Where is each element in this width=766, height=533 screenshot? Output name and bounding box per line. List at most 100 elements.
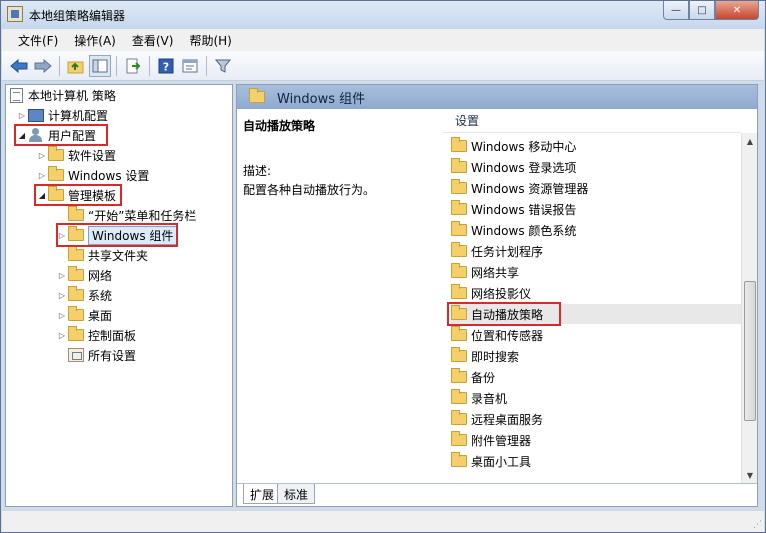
minimize-button[interactable]: — [663,1,689,20]
scroll-thumb[interactable] [744,281,756,421]
tree-item-desktop[interactable]: ▷ 桌面 [56,305,112,325]
list-item[interactable]: 远程桌面服务 [451,409,543,429]
folder-icon [451,158,467,173]
tree-item-software-settings[interactable]: ▷ 软件设置 [36,145,116,165]
maximize-button[interactable]: □ [689,1,715,20]
up-folder-icon[interactable] [65,55,87,77]
folder-icon [451,221,467,236]
folder-icon [451,200,467,215]
tree-item-computer-config[interactable]: ▷ 计算机配置 [16,105,108,125]
tree-label: 桌面 [88,308,113,323]
expand-arrow-icon[interactable]: ▷ [16,111,28,120]
tree-label: 系统 [88,288,113,303]
menu-action[interactable]: 操作(A) [66,30,124,51]
description-text: 配置各种自动播放行为。 [243,183,376,197]
folder-icon [451,389,467,404]
tree-item-network[interactable]: ▷ 网络 [56,265,112,285]
window-title: 本地组策略编辑器 [29,9,126,23]
folder-icon [451,179,467,194]
highlight-box-admin-templates [34,184,122,206]
folder-icon [68,266,84,281]
list-item[interactable]: 录音机 [451,388,507,408]
tree-label: 控制面板 [88,328,137,343]
tree-item-windows-settings[interactable]: ▷ Windows 设置 [36,165,149,185]
status-bar: ⋰ [2,510,764,532]
close-button[interactable]: ✕ [715,1,759,20]
list-item[interactable]: Windows 颜色系统 [451,220,576,240]
tree-label: “开始”菜单和任务栏 [88,208,197,223]
tree-item-system[interactable]: ▷ 系统 [56,285,112,305]
list-item[interactable]: 即时搜索 [451,346,519,366]
expand-arrow-icon[interactable]: ▷ [56,331,68,340]
tree-item-all-settings[interactable]: 所有设置 [68,345,136,365]
scroll-down-arrow-icon[interactable]: ▼ [742,467,758,483]
app-icon [7,6,23,22]
folder-icon [451,326,467,341]
expand-arrow-icon[interactable]: ▷ [56,271,68,280]
list-item[interactable]: 网络投影仪 [451,283,531,303]
list-item[interactable]: Windows 错误报告 [451,199,576,219]
vertical-scrollbar[interactable]: ▲ ▼ [741,133,757,483]
toolbar: ? [2,51,764,81]
back-arrow-icon[interactable] [8,55,30,77]
menu-help[interactable]: 帮助(H) [181,30,239,51]
list-item[interactable]: 备份 [451,367,495,387]
tab-standard[interactable]: 标准 [277,484,316,504]
list-item[interactable]: 桌面小工具 [451,451,531,471]
resize-grip-icon[interactable]: ⋰ [753,520,762,530]
tree-label: Windows 设置 [68,168,150,183]
expand-arrow-icon[interactable]: ▷ [56,311,68,320]
folder-icon [68,206,84,221]
tree-label: 本地计算机 策略 [28,88,116,103]
list-item[interactable]: Windows 移动中心 [451,136,576,156]
tree-pane[interactable]: 本地计算机 策略 ▷ 计算机配置 ◢ 用户配置 ▷ 软件设置 ▷ Windows… [5,84,233,507]
list-item[interactable]: 任务计划程序 [451,241,543,261]
details-header-title: Windows 组件 [277,91,366,107]
list-item[interactable]: 网络共享 [451,262,519,282]
folder-icon [68,286,84,301]
tree-label: 软件设置 [68,148,117,163]
tree-item-root[interactable]: 本地计算机 策略 [10,85,116,105]
menu-bar: 文件(F) 操作(A) 查看(V) 帮助(H) [2,29,764,51]
folder-icon [451,263,467,278]
folder-icon [48,166,64,181]
column-header-settings[interactable]: 设置 [443,109,741,133]
folder-icon [249,88,265,103]
expand-arrow-icon[interactable]: ▷ [56,291,68,300]
highlight-box-user-config [14,124,108,146]
show-hide-tree-icon[interactable] [89,54,111,77]
tree-item-shared-folders[interactable]: 共享文件夹 [68,245,148,265]
export-list-icon[interactable] [122,55,144,77]
folder-icon [451,410,467,425]
list-item[interactable]: Windows 资源管理器 [451,178,588,198]
expand-arrow-icon[interactable]: ▷ [36,171,48,180]
folder-icon [451,284,467,299]
tree-label: 共享文件夹 [88,248,149,263]
expand-arrow-icon[interactable]: ▷ [36,151,48,160]
list-item[interactable]: 附件管理器 [451,430,531,450]
folder-icon [68,306,84,321]
list-item[interactable]: Windows 登录选项 [451,157,576,177]
toolbar-separator [116,55,117,76]
menu-file[interactable]: 文件(F) [10,30,66,51]
list-item[interactable]: 位置和传感器 [451,325,543,345]
folder-icon [451,452,467,467]
filter-icon[interactable] [212,55,234,77]
highlight-box-windows-components [56,223,178,247]
help-icon[interactable]: ? [155,55,177,77]
tree-item-start-menu[interactable]: “开始”菜单和任务栏 [68,205,196,225]
folder-icon [68,326,84,341]
forward-arrow-icon[interactable] [32,55,54,77]
svg-text:?: ? [163,60,169,73]
tree-label: 计算机配置 [48,108,109,123]
tree-item-control-panel[interactable]: ▷ 控制面板 [56,325,136,345]
menu-view[interactable]: 查看(V) [124,30,182,51]
description-panel: 自动播放策略 描述: 配置各种自动播放行为。 [237,109,443,483]
scroll-up-arrow-icon[interactable]: ▲ [742,133,758,149]
description-title: 自动播放策略 [243,119,316,133]
title-bar[interactable]: 本地组策略编辑器 — □ ✕ [1,1,765,29]
tab-extended[interactable]: 扩展 [243,484,282,504]
settings-list[interactable]: 设置 Windows 移动中心 Windows 登录选项 Windows 资源管… [443,109,757,483]
properties-icon[interactable] [179,55,201,77]
folder-icon [48,146,64,161]
